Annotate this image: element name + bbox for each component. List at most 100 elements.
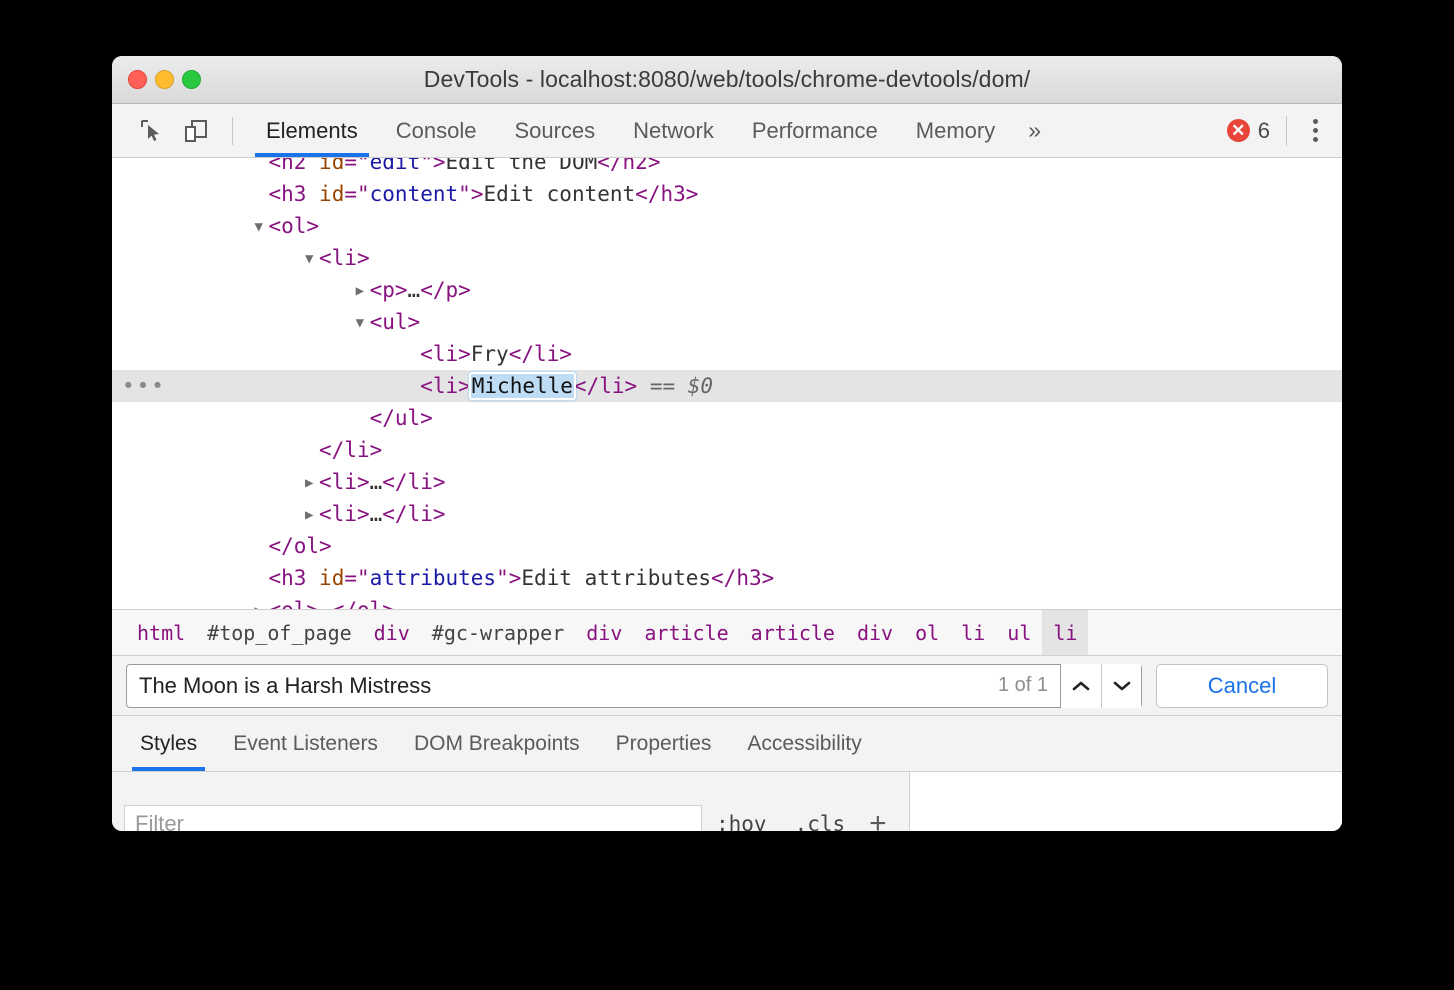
- node-token: ">: [496, 566, 522, 590]
- dom-node-selected[interactable]: ••• <li>Michelle</li> == $0: [112, 370, 1342, 402]
- breadcrumb[interactable]: html #top_of_page div #gc-wrapper div article…: [112, 610, 1342, 656]
- node-token: </: [711, 566, 737, 590]
- breadcrumb-item-topofpage[interactable]: #top_of_page: [196, 610, 363, 655]
- dom-node[interactable]: <h2 id="edit">Edit the DOM</h2>: [112, 158, 1342, 178]
- node-token: >: [420, 406, 433, 430]
- tab-network[interactable]: Network: [614, 104, 733, 157]
- tab-performance[interactable]: Performance: [733, 104, 897, 157]
- cancel-button[interactable]: Cancel: [1156, 663, 1328, 708]
- collapse-toggle-icon[interactable]: ▼: [356, 307, 370, 339]
- expand-toggle-icon[interactable]: ▶: [356, 275, 370, 307]
- collapse-toggle-icon[interactable]: ▼: [254, 211, 268, 243]
- dom-node[interactable]: ▶ <li>…</li>: [112, 498, 1342, 530]
- node-token: Edit content: [483, 182, 636, 206]
- sidebar-tabs[interactable]: Styles Event Listeners DOM Breakpoints Prop…: [112, 716, 1342, 772]
- breadcrumb-item-div[interactable]: div: [575, 610, 633, 655]
- hov-toggle-button[interactable]: :hov: [702, 812, 781, 831]
- dom-node[interactable]: ▼ <li>: [112, 242, 1342, 274]
- node-token: =": [344, 182, 370, 206]
- new-style-rule-button[interactable]: +: [859, 809, 897, 832]
- breadcrumb-item-gc-wrapper[interactable]: #gc-wrapper: [421, 610, 575, 655]
- breadcrumb-item-html[interactable]: html: [126, 610, 196, 655]
- sidebar-tab-dom-breakpoints[interactable]: DOM Breakpoints: [396, 716, 598, 771]
- tab-memory[interactable]: Memory: [897, 104, 1014, 157]
- node-token: >: [306, 214, 320, 238]
- expand-toggle-icon[interactable]: ▶: [305, 467, 319, 499]
- node-token: <: [420, 342, 433, 366]
- dom-tree-panel[interactable]: <h2 id="edit">Edit the DOM</h2> <h3 id="…: [112, 158, 1342, 610]
- breadcrumb-item-ol[interactable]: ol: [904, 610, 950, 655]
- close-button[interactable]: [128, 70, 147, 89]
- tag-name: h2: [281, 158, 307, 174]
- node-token: <: [369, 310, 383, 334]
- dom-node[interactable]: <h3 id="content">Edit content</h3>: [112, 178, 1342, 210]
- zoom-button[interactable]: [182, 70, 201, 89]
- dom-node[interactable]: ▶ <li>…</li>: [112, 466, 1342, 498]
- node-token: >: [407, 310, 421, 334]
- tag-name: li: [331, 470, 357, 494]
- tag-name: ol: [293, 534, 320, 558]
- dom-node[interactable]: ▶ <p>…</p>: [112, 274, 1342, 306]
- dom-node[interactable]: </ol>: [112, 530, 1342, 562]
- node-token: <: [268, 158, 282, 174]
- tag-name: ul: [382, 310, 408, 334]
- tag-name: li: [407, 502, 433, 526]
- more-tabs-icon[interactable]: »: [1014, 117, 1055, 144]
- node-token: Edit the DOM: [445, 158, 598, 174]
- tab-console[interactable]: Console: [377, 104, 496, 157]
- node-token: </: [420, 278, 446, 302]
- node-token: </: [508, 342, 534, 366]
- breadcrumb-item-article[interactable]: article: [633, 610, 739, 655]
- expand-toggle-icon[interactable]: ▶: [305, 499, 319, 531]
- node-token: >: [458, 374, 471, 398]
- search-input[interactable]: The Moon is a Harsh Mistress 1 of 1: [126, 663, 1142, 708]
- breadcrumb-item-ul[interactable]: ul: [996, 610, 1042, 655]
- breadcrumb-item-article[interactable]: article: [740, 610, 846, 655]
- node-token: [306, 566, 319, 590]
- sidebar-tab-event-listeners[interactable]: Event Listeners: [215, 716, 396, 771]
- desktop-background: DevTools - localhost:8080/web/tools/chro…: [0, 0, 1454, 990]
- expand-toggle-icon[interactable]: ▶: [254, 595, 268, 609]
- node-token: =": [344, 158, 370, 174]
- dom-node[interactable]: </ul>: [112, 402, 1342, 434]
- error-badge[interactable]: ✕ 6: [1226, 118, 1270, 144]
- breadcrumb-item-li[interactable]: li: [950, 610, 996, 655]
- filter-input[interactable]: Filter: [124, 805, 702, 831]
- toolbar-divider: [232, 116, 233, 145]
- toolbar-right-group: ✕ 6: [1226, 113, 1342, 148]
- editable-text-node[interactable]: Michelle: [468, 372, 576, 400]
- dom-node[interactable]: </li>: [112, 434, 1342, 466]
- tab-elements[interactable]: Elements: [247, 104, 377, 157]
- sidebar-tab-properties[interactable]: Properties: [598, 716, 730, 771]
- collapse-toggle-icon[interactable]: ▼: [305, 243, 319, 275]
- dom-node[interactable]: ▼ <ul>: [112, 306, 1342, 338]
- node-token: </: [382, 502, 408, 526]
- attribute-name: id: [319, 566, 345, 590]
- breadcrumb-item-li[interactable]: li: [1042, 610, 1089, 655]
- inspect-element-icon[interactable]: [130, 111, 174, 151]
- device-toolbar-icon[interactable]: [174, 111, 218, 151]
- sidebar-tab-styles[interactable]: Styles: [122, 716, 215, 771]
- tab-performance-label: Performance: [751, 117, 878, 143]
- window-titlebar[interactable]: DevTools - localhost:8080/web/tools/chro…: [112, 56, 1342, 104]
- node-token: >: [319, 534, 332, 558]
- tag-name: h3: [281, 182, 307, 206]
- breadcrumb-item-div[interactable]: div: [846, 610, 904, 655]
- dom-node[interactable]: <h3 id="attributes">Edit attributes</h3>: [112, 562, 1342, 594]
- sidebar-tab-accessibility[interactable]: Accessibility: [729, 716, 879, 771]
- search-next-button[interactable]: [1101, 663, 1141, 708]
- kebab-menu-icon[interactable]: [1303, 113, 1328, 148]
- search-prev-button[interactable]: [1061, 663, 1101, 708]
- attribute-value: attributes: [369, 566, 497, 590]
- dom-node[interactable]: <li>Fry</li>: [112, 338, 1342, 370]
- node-token: >: [356, 246, 370, 270]
- dom-node[interactable]: ▼ <ol>: [112, 210, 1342, 242]
- search-result-count: 1 of 1: [997, 674, 1048, 696]
- tab-sources[interactable]: Sources: [495, 104, 614, 157]
- minimize-button[interactable]: [155, 70, 174, 89]
- breadcrumb-item-div[interactable]: div: [363, 610, 421, 655]
- dom-node[interactable]: ▶<ol>…</ol>: [112, 594, 1342, 609]
- cls-toggle-button[interactable]: .cls: [781, 812, 860, 831]
